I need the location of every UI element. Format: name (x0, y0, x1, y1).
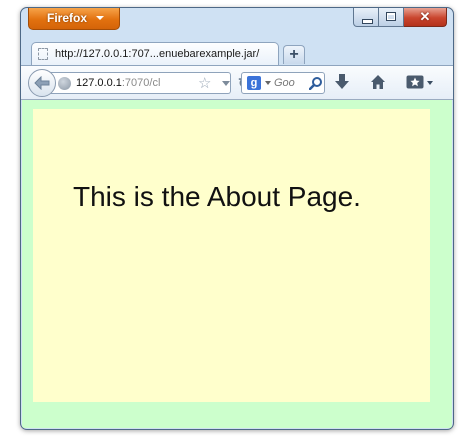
url-bar[interactable]: 127.0.0.1:7070/cl ☆ ↻ (51, 72, 250, 94)
bookmarks-menu-icon[interactable] (406, 74, 424, 90)
firefox-menu-button[interactable]: Firefox (28, 8, 120, 30)
search-input[interactable] (274, 75, 308, 91)
tab-strip: http://127.0.0.1:707...enuebarexample.ja… (21, 38, 453, 66)
close-button[interactable]: ✕ (404, 8, 447, 27)
back-button[interactable] (28, 69, 56, 97)
url-text: 127.0.0.1:7070/cl (76, 77, 160, 89)
globe-icon (58, 77, 71, 90)
firefox-menu-label: Firefox (47, 11, 88, 25)
browser-window: Firefox ✕ http://127.0.0.1:707...enuebar… (20, 7, 454, 430)
close-icon: ✕ (419, 9, 431, 24)
title-bar: Firefox ✕ (21, 8, 453, 38)
minimize-button[interactable] (353, 8, 379, 27)
window-controls: ✕ (353, 8, 447, 28)
google-engine-icon[interactable]: g (247, 76, 261, 90)
history-dropdown-icon[interactable] (222, 81, 230, 86)
chevron-down-icon[interactable] (427, 81, 433, 85)
tab-active[interactable]: http://127.0.0.1:707...enuebarexample.ja… (31, 42, 279, 66)
navigation-toolbar: 127.0.0.1:7070/cl ☆ ↻ g (21, 65, 453, 100)
maximize-button[interactable] (379, 8, 404, 27)
download-icon[interactable] (335, 74, 349, 90)
chevron-down-icon (96, 16, 104, 20)
maximize-icon (386, 12, 396, 21)
home-icon[interactable] (370, 74, 386, 90)
back-arrow-icon (34, 76, 50, 90)
search-icon[interactable] (309, 76, 323, 90)
page-favicon-icon (38, 48, 48, 60)
about-panel: This is the About Page. (33, 109, 430, 402)
search-box[interactable]: g (241, 72, 325, 94)
minimize-icon (362, 19, 373, 24)
url-host: 127.0.0.1 (76, 77, 122, 89)
page-content: This is the About Page. (22, 100, 452, 428)
page-heading: This is the About Page. (73, 181, 361, 212)
tab-title: http://127.0.0.1:707...enuebarexample.ja… (55, 48, 260, 60)
bookmark-star-icon[interactable]: ☆ (198, 74, 211, 92)
url-path: :7070/cl (121, 77, 161, 89)
new-tab-button[interactable]: + (283, 45, 305, 64)
chevron-down-icon[interactable] (265, 81, 271, 85)
